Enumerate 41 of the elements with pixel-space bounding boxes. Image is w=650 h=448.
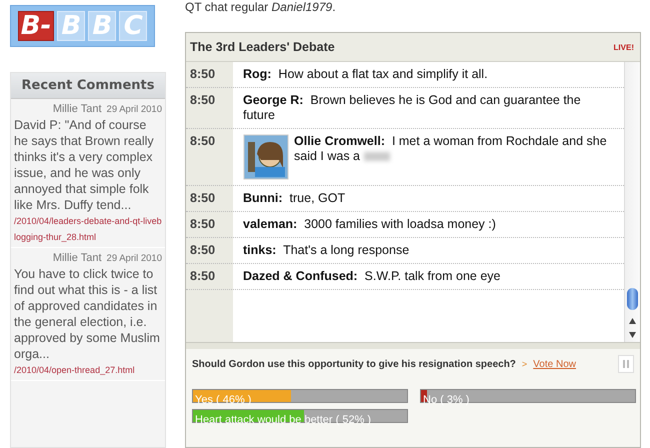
message-text: George R: Brown believes he is God and can guarantee the future bbox=[243, 93, 582, 123]
poll-question: Should Gordon use this opportunity to give his resignation speech? bbox=[192, 358, 516, 370]
comment-date: 29 April 2010 bbox=[106, 103, 162, 117]
logo-letter: C bbox=[119, 11, 148, 41]
vote-now-link[interactable]: Vote Now bbox=[533, 358, 576, 370]
comment-author: Millie Tant bbox=[52, 251, 102, 266]
message-time: 8:50 bbox=[189, 242, 216, 259]
message-text: tinks: That's a long response bbox=[243, 243, 410, 258]
link-marker: > bbox=[522, 359, 528, 369]
message-time: 8:50 bbox=[189, 66, 216, 83]
message-time: 8:50 bbox=[189, 92, 216, 109]
poll-option-label: Heart attack would be better ( 52% ) bbox=[194, 414, 372, 426]
intro-text: QT chat regular Daniel1979. bbox=[185, 0, 336, 14]
comment-date: 29 April 2010 bbox=[106, 252, 162, 266]
comment-text: You have to click twice to find out what this is - a list of approved candidates in the general election, i.e. approved by some Muslim orga... bbox=[14, 266, 161, 362]
comment-link[interactable]: /2010/04/open-thread_27.html bbox=[14, 362, 162, 378]
logo-letter: B bbox=[88, 11, 116, 41]
poll-option-label: Yes ( 46% ) bbox=[194, 394, 252, 406]
message-time: 8:50 bbox=[189, 268, 216, 285]
scroll-thumb[interactable] bbox=[627, 288, 638, 310]
scrollbar[interactable] bbox=[624, 62, 640, 342]
site-logo[interactable]: B- B B C bbox=[10, 5, 155, 47]
comment-link[interactable]: /2010/04/leaders-debate-and-qt-liveblogging-thur_28.html bbox=[14, 213, 162, 245]
avatar-icon bbox=[243, 134, 289, 180]
logo-letter: B bbox=[57, 11, 86, 41]
message-time: 8:50 bbox=[189, 190, 216, 207]
message-text: Dazed & Confused: S.W.P. talk from one eye bbox=[243, 269, 500, 284]
message-text: Bunni: true, GOT bbox=[243, 191, 346, 206]
widget-title: The 3rd Leaders' Debate bbox=[190, 40, 335, 54]
message-time: 8:50 bbox=[189, 216, 216, 233]
panel-title: Recent Comments bbox=[11, 73, 165, 99]
message-text: valeman: 3000 families with loadsa money :) bbox=[243, 217, 496, 232]
poll-option-label: No ( 3% ) bbox=[422, 394, 470, 406]
blurred-word bbox=[364, 152, 390, 162]
live-label: LIVE! bbox=[614, 42, 634, 52]
comment-author: Millie Tant bbox=[52, 102, 102, 117]
message-text: Ollie Cromwell: I met a woman from Rochdale and she said I was a bbox=[294, 134, 608, 165]
message-text: Rog: How about a flat tax and simplify it all. bbox=[243, 67, 488, 82]
comment-text: David P: "And of course he says that Brown really thinks it's a very complex issue, and he was only annoyed that simple folk like Mrs. Duffy tend... bbox=[14, 117, 155, 213]
logo-letter: B- bbox=[18, 11, 54, 41]
message-time: 8:50 bbox=[189, 133, 216, 150]
